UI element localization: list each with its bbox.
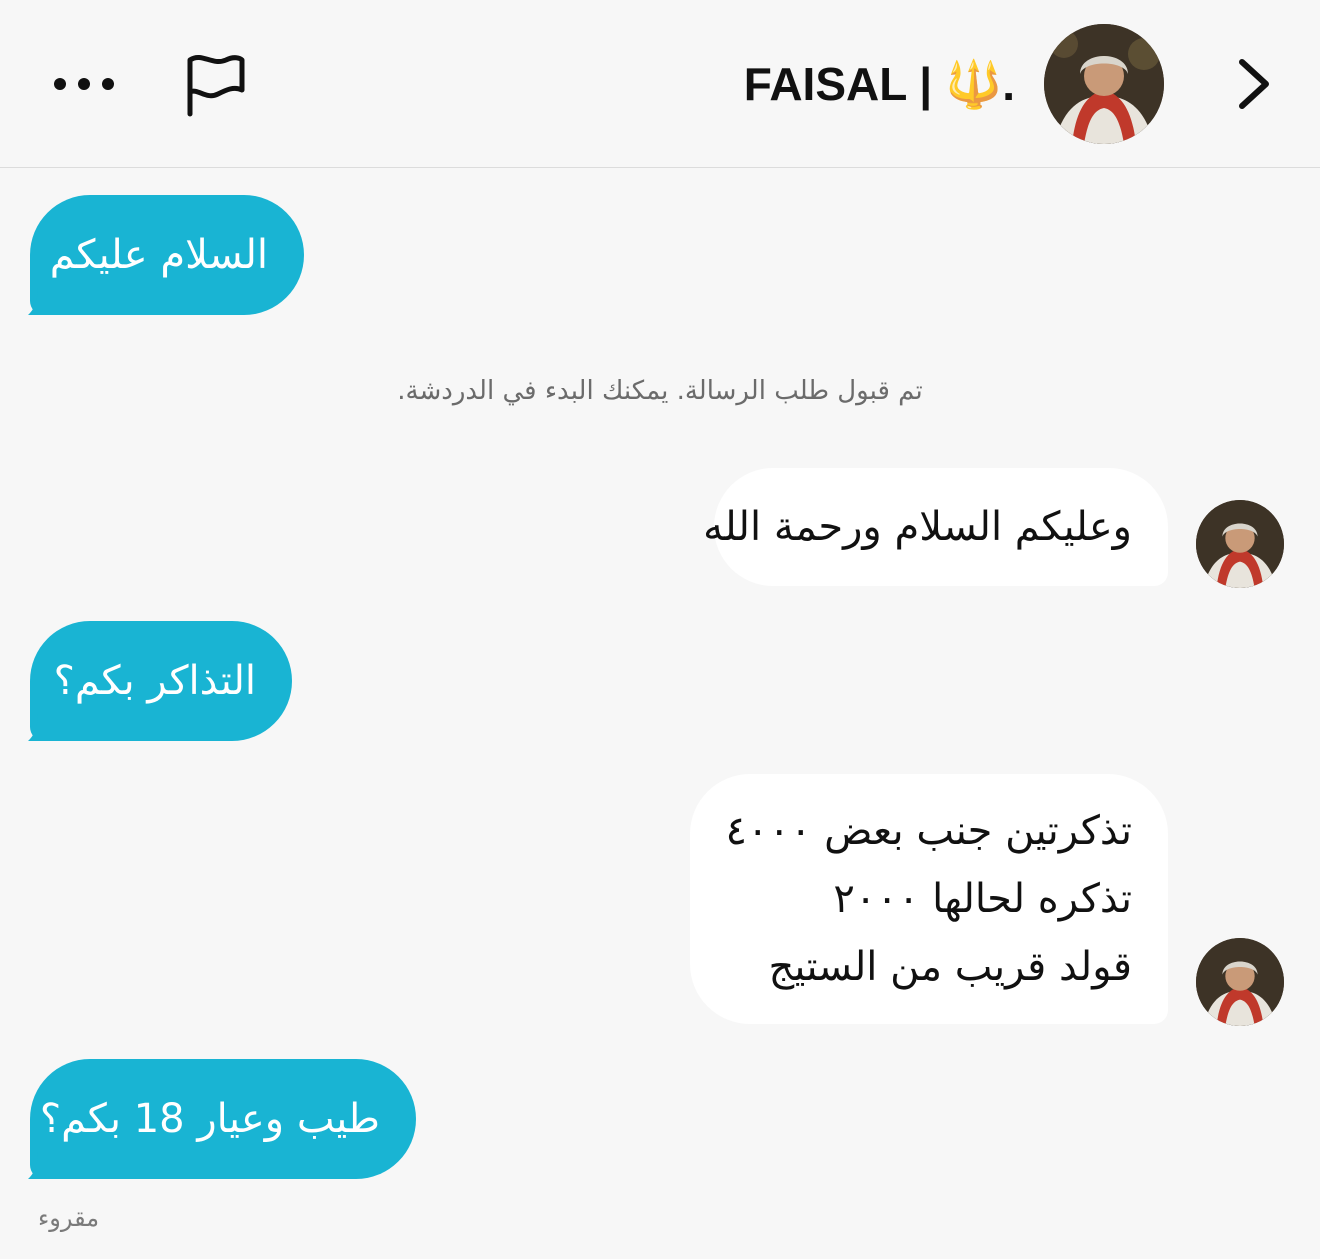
outgoing-message[interactable]: طيب وعيار 18 بكم؟ xyxy=(30,1059,416,1179)
avatar[interactable] xyxy=(1196,938,1284,1026)
incoming-message[interactable]: تذكرتين جنب بعض ٤٠٠٠ تذكره لحالها ٢٠٠٠ ق… xyxy=(690,774,1168,1024)
chat-header: FAISAL | 🔱. xyxy=(0,0,1320,168)
flag-icon[interactable] xyxy=(180,50,250,120)
message-text: وعليكم السلام ورحمة الله xyxy=(703,504,1132,550)
message-text: التذاكر بكم؟ xyxy=(53,658,256,704)
chat-title[interactable]: FAISAL | 🔱. xyxy=(744,52,1015,116)
message-line: تذكره لحالها ٢٠٠٠ xyxy=(833,876,1132,922)
outgoing-message[interactable]: السلام عليكم xyxy=(30,195,304,315)
avatar[interactable] xyxy=(1196,500,1284,588)
bubble-tail xyxy=(28,288,52,315)
incoming-message[interactable]: وعليكم السلام ورحمة الله xyxy=(703,468,1168,586)
bubble-tail xyxy=(28,714,52,741)
message-text: طيب وعيار 18 بكم؟ xyxy=(39,1096,380,1142)
bubble-tail xyxy=(28,1152,52,1179)
message-line: قولد قريب من الستيج xyxy=(768,944,1132,990)
message-line: تذكرتين جنب بعض ٤٠٠٠ xyxy=(725,808,1132,854)
more-options-icon[interactable] xyxy=(52,70,116,100)
chevron-right-icon[interactable] xyxy=(1228,54,1278,114)
system-notice: تم قبول طلب الرسالة. يمكنك البدء في الدر… xyxy=(397,376,923,406)
avatar[interactable] xyxy=(1044,24,1164,144)
outgoing-message[interactable]: التذاكر بكم؟ xyxy=(30,621,292,741)
read-status: مقروء xyxy=(38,1204,100,1232)
message-text: السلام عليكم xyxy=(49,232,268,278)
